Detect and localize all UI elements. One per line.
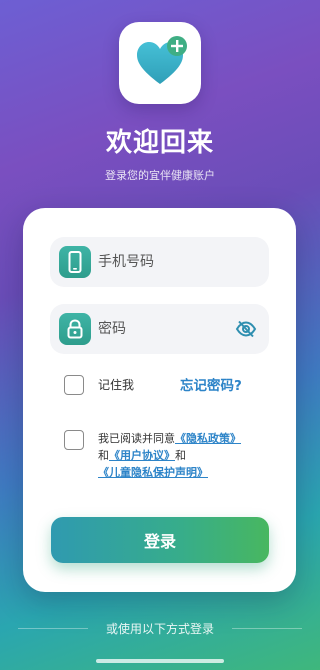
phone-input[interactable]: [98, 237, 228, 287]
other-login-label: 或使用以下方式登录: [105, 622, 214, 636]
user-agreement-link[interactable]: 《用户协议》: [109, 449, 175, 462]
privacy-policy-link[interactable]: 《隐私政策》: [175, 432, 241, 445]
child-privacy-link[interactable]: 《儿童隐私保护声明》: [98, 466, 208, 479]
login-card: 记住我 忘记密码? 我已阅读并同意《隐私政策》 和《用户协议》和 《儿童隐私保护…: [23, 208, 296, 592]
agree-prefix: 我已阅读并同意: [98, 432, 175, 445]
login-button[interactable]: 登录: [51, 517, 269, 563]
eye-off-icon[interactable]: [235, 318, 257, 340]
app-logo: [119, 22, 201, 104]
page-title: 欢迎回来: [105, 128, 214, 158]
remember-checkbox[interactable]: [64, 375, 84, 395]
agree-and-2: 和: [175, 449, 186, 462]
remember-label: 记住我: [98, 378, 135, 392]
phone-icon: [59, 246, 91, 278]
phone-field[interactable]: [50, 237, 269, 287]
agree-and: 和: [98, 449, 109, 462]
agree-checkbox[interactable]: [64, 430, 84, 450]
home-indicator: [96, 659, 224, 663]
forgot-password-link[interactable]: 忘记密码?: [180, 374, 242, 394]
password-field[interactable]: [50, 304, 269, 354]
lock-icon: [59, 313, 91, 345]
agreement-text: 我已阅读并同意《隐私政策》 和《用户协议》和 《儿童隐私保护声明》: [98, 430, 278, 481]
page-subtitle: 登录您的宜伴健康账户: [105, 169, 215, 182]
password-input[interactable]: [98, 304, 228, 354]
heart-plus-icon: [137, 36, 187, 84]
